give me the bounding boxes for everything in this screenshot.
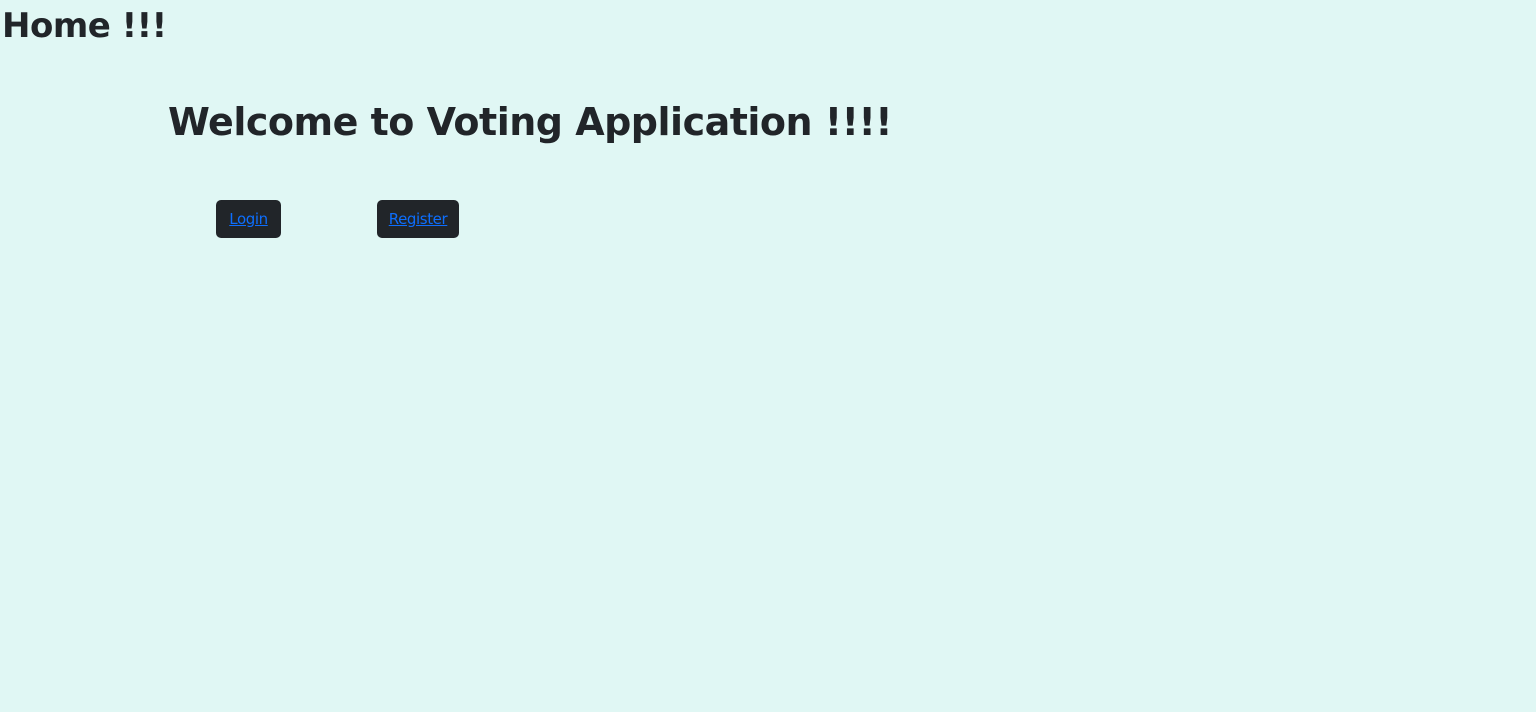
home-page: Home !!! Welcome to Voting Application !… (0, 0, 1536, 714)
login-link[interactable]: Login (229, 210, 268, 228)
page-title: Home !!! (2, 6, 167, 46)
welcome-heading: Welcome to Voting Application !!!! (168, 100, 893, 144)
register-button[interactable]: Register (377, 200, 459, 238)
register-link[interactable]: Register (389, 210, 448, 228)
login-button[interactable]: Login (216, 200, 281, 238)
